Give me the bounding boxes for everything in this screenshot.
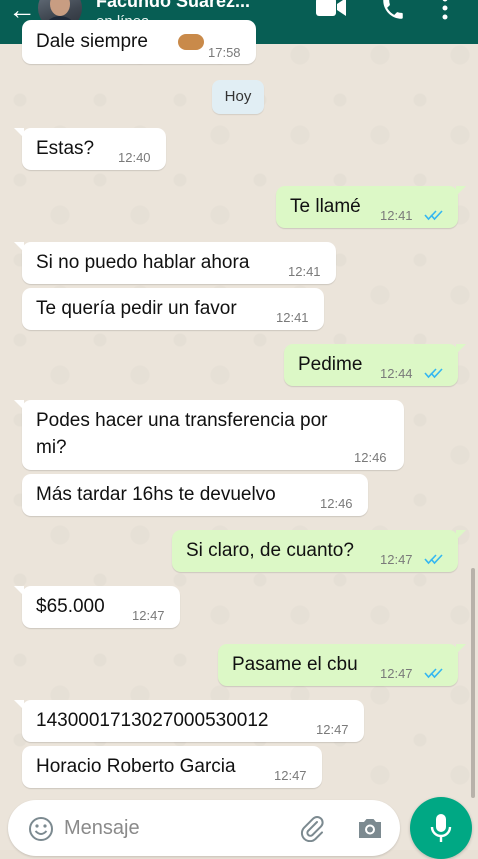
- more-options-icon[interactable]: [440, 0, 450, 20]
- scrollbar[interactable]: [471, 568, 475, 798]
- message-text: Si claro, de cuanto?: [186, 540, 354, 561]
- message-text: Más tardar 16hs te devuelvo: [36, 484, 276, 505]
- message-bubble-incoming[interactable]: 1430001713027000530012 12:47: [14, 700, 364, 742]
- message-time: 17:58: [208, 45, 241, 60]
- message-bubble-outgoing[interactable]: Pedime 12:44: [284, 344, 466, 386]
- message-time: 12:46: [354, 450, 387, 465]
- message-time: 12:47: [380, 552, 413, 567]
- message-time: 12:44: [380, 366, 413, 381]
- message-bubble-incoming[interactable]: Podes hacer una transferencia por mi? 12…: [14, 400, 404, 470]
- message-text: Te quería pedir un favor: [36, 298, 237, 319]
- message-time: 12:47: [132, 608, 165, 623]
- message-time: 12:47: [316, 722, 349, 737]
- emoji-icon[interactable]: [28, 816, 54, 842]
- message-text: $65.000: [36, 596, 105, 617]
- message-time: 12:47: [274, 768, 307, 783]
- read-receipt-icon: [424, 210, 443, 221]
- voice-call-icon[interactable]: [380, 0, 406, 22]
- message-text: Horacio Roberto Garcia: [36, 756, 236, 777]
- message-time: 12:40: [118, 150, 151, 165]
- contact-name[interactable]: Facundo Suárez...: [96, 0, 250, 12]
- message-text: Pedime: [298, 354, 363, 375]
- message-bubble-outgoing[interactable]: Si claro, de cuanto? 12:47: [172, 530, 466, 572]
- flexed-biceps-emoji-icon: [178, 34, 204, 50]
- message-bubble-outgoing[interactable]: Te llamé 12:41: [276, 186, 466, 228]
- message-input[interactable]: [64, 810, 284, 846]
- message-bubble-incoming[interactable]: Dale siempre 17:58: [22, 20, 256, 64]
- read-receipt-icon: [424, 368, 443, 379]
- message-bubble-incoming[interactable]: $65.000 12:47: [14, 586, 180, 628]
- day-separator: Hoy: [212, 80, 264, 114]
- message-time: 12:41: [380, 208, 413, 223]
- message-text: Te llamé: [290, 196, 361, 217]
- message-bubble-outgoing[interactable]: Pasame el cbu 12:47: [218, 644, 466, 686]
- message-time: 12:46: [320, 496, 353, 511]
- message-bubble-incoming[interactable]: Horacio Roberto Garcia 12:47: [22, 746, 322, 788]
- message-time: 12:41: [288, 264, 321, 279]
- message-time: 12:47: [380, 666, 413, 681]
- camera-icon[interactable]: [356, 816, 384, 840]
- message-text: 1430001713027000530012: [36, 710, 269, 731]
- mic-icon: [430, 814, 452, 842]
- attach-icon[interactable]: [298, 814, 326, 842]
- message-bubble-incoming[interactable]: Si no puedo hablar ahora 12:41: [14, 242, 336, 284]
- message-time: 12:41: [276, 310, 309, 325]
- message-text: Pasame el cbu: [232, 654, 358, 675]
- read-receipt-icon: [424, 554, 443, 565]
- message-text: Dale siempre: [36, 31, 148, 52]
- video-call-icon[interactable]: [316, 0, 346, 18]
- message-text-line-2: mi?: [36, 437, 67, 458]
- read-receipt-icon: [424, 668, 443, 679]
- message-bubble-incoming[interactable]: Te quería pedir un favor 12:41: [22, 288, 324, 330]
- message-text: Estas?: [36, 138, 95, 159]
- message-text: Si no puedo hablar ahora: [36, 252, 250, 273]
- message-bubble-incoming[interactable]: Estas? 12:40: [14, 128, 166, 170]
- message-composer: [8, 800, 400, 856]
- message-bubble-incoming[interactable]: Más tardar 16hs te devuelvo 12:46: [22, 474, 368, 516]
- message-text-line-1: Podes hacer una transferencia por: [36, 410, 328, 431]
